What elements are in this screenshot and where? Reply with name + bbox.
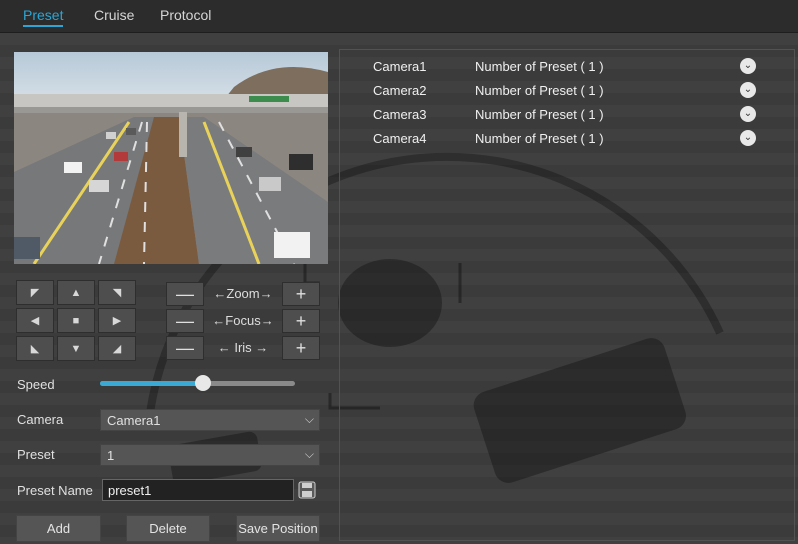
camera-name: Camera1 — [373, 59, 427, 74]
iris-minus-button[interactable]: — — [166, 336, 204, 360]
preset-count: Number of Preset ( 1 ) — [475, 131, 604, 146]
list-item[interactable]: Camera3 Number of Preset ( 1 ) ⌄ — [340, 103, 794, 127]
speed-slider-fill — [100, 381, 204, 386]
ptz-stop-button[interactable]: ■ — [57, 308, 95, 333]
highway-camera-image — [14, 52, 328, 264]
preset-name-label: Preset Name — [17, 483, 93, 498]
camera-name: Camera4 — [373, 131, 427, 146]
ptz-down-button[interactable]: ▼ — [57, 336, 95, 361]
lens-controls: — ←Zoom→ + — ←Focus→ + — ← Iris → + — [166, 282, 320, 360]
top-tab-bar: Preset Cruise Protocol — [0, 0, 798, 33]
iris-label: ← Iris → — [217, 340, 269, 355]
video-preview[interactable] — [14, 52, 328, 264]
save-position-button[interactable]: Save Position — [236, 515, 320, 542]
preset-count: Number of Preset ( 1 ) — [475, 107, 604, 122]
delete-button[interactable]: Delete — [126, 515, 210, 542]
chevron-down-icon: ⌵ — [304, 412, 314, 426]
chevron-down-icon: ⌵ — [304, 447, 314, 461]
camera-select-value: Camera1 — [107, 413, 161, 428]
save-disk-icon[interactable] — [298, 481, 316, 499]
add-button[interactable]: Add — [16, 515, 101, 542]
preset-count: Number of Preset ( 1 ) — [475, 83, 604, 98]
ptz-left-button[interactable]: ◀ — [16, 308, 54, 333]
preset-select-value: 1 — [107, 448, 115, 463]
zoom-out-button[interactable]: — — [166, 282, 204, 306]
focus-minus-button[interactable]: — — [166, 309, 204, 333]
iris-plus-button[interactable]: + — [282, 336, 320, 360]
tab-preset[interactable]: Preset — [23, 7, 64, 27]
tab-cruise[interactable]: Cruise — [94, 7, 134, 23]
camera-preset-list: Camera1 Number of Preset ( 1 ) ⌄ Camera2… — [339, 49, 795, 541]
camera-name: Camera2 — [373, 83, 427, 98]
focus-plus-button[interactable]: + — [282, 309, 320, 333]
list-item[interactable]: Camera1 Number of Preset ( 1 ) ⌄ — [340, 55, 794, 79]
list-item[interactable]: Camera4 Number of Preset ( 1 ) ⌄ — [340, 127, 794, 151]
iris-row: — ← Iris → + — [166, 336, 320, 360]
expand-chevron-icon[interactable]: ⌄ — [740, 82, 756, 98]
preset-name-field[interactable]: preset1 — [102, 479, 294, 501]
speed-slider[interactable] — [100, 375, 295, 391]
focus-row: — ←Focus→ + — [166, 309, 320, 333]
expand-chevron-icon[interactable]: ⌄ — [740, 58, 756, 74]
ptz-up-button[interactable]: ▲ — [57, 280, 95, 305]
expand-chevron-icon[interactable]: ⌄ — [740, 130, 756, 146]
ptz-up-right-button[interactable]: ◥ — [98, 280, 136, 305]
ptz-direction-pad: ◤ ▲ ◥ ◀ ■ ▶ ◣ ▼ ◢ — [16, 280, 138, 362]
tab-protocol[interactable]: Protocol — [160, 7, 211, 23]
zoom-in-button[interactable]: + — [282, 282, 320, 306]
zoom-label: ←Zoom→ — [213, 286, 273, 301]
list-item[interactable]: Camera2 Number of Preset ( 1 ) ⌄ — [340, 79, 794, 103]
preset-count: Number of Preset ( 1 ) — [475, 59, 604, 74]
preset-label: Preset — [17, 447, 55, 462]
camera-name: Camera3 — [373, 107, 427, 122]
ptz-down-right-button[interactable]: ◢ — [98, 336, 136, 361]
ptz-up-left-button[interactable]: ◤ — [16, 280, 54, 305]
ptz-down-left-button[interactable]: ◣ — [16, 336, 54, 361]
expand-chevron-icon[interactable]: ⌄ — [740, 106, 756, 122]
focus-label: ←Focus→ — [212, 313, 274, 328]
ptz-right-button[interactable]: ▶ — [98, 308, 136, 333]
speed-label: Speed — [17, 377, 55, 392]
camera-select[interactable]: Camera1 ⌵ — [100, 409, 320, 431]
zoom-row: — ←Zoom→ + — [166, 282, 320, 306]
camera-label: Camera — [17, 412, 64, 427]
preset-select[interactable]: 1 ⌵ — [100, 444, 320, 466]
